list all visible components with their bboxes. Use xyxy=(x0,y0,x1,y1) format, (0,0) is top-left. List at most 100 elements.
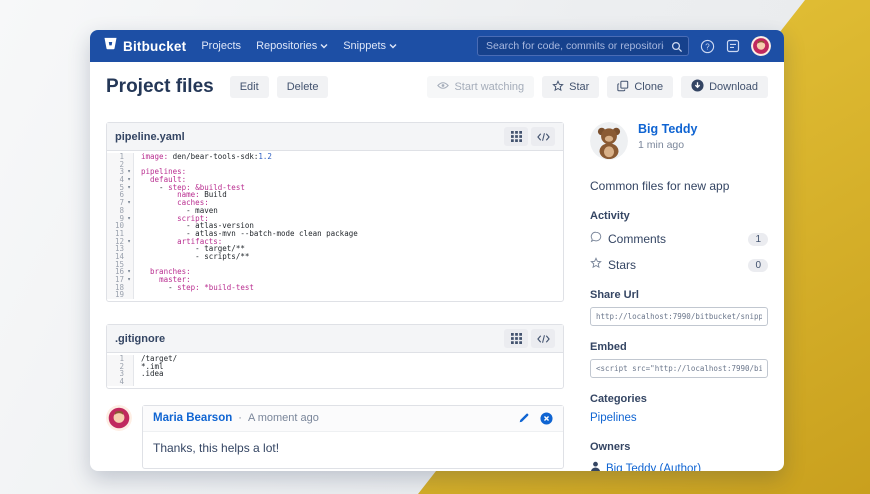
activity-row-comments[interactable]: Comments 1 xyxy=(590,230,768,248)
nav-item-snippets[interactable]: Snippets xyxy=(343,40,397,52)
fold-toggle-icon xyxy=(125,191,133,199)
start-watching-button[interactable]: Start watching xyxy=(427,76,535,98)
download-button[interactable]: Download xyxy=(681,76,768,98)
fold-toggle-icon[interactable]: ▾ xyxy=(125,176,133,184)
code-view: 1 image: den/bear-tools-sdk:1.2 2 3 ▾ pipelin… xyxy=(107,151,563,301)
chevron-down-icon xyxy=(320,40,328,52)
comment-separator: · xyxy=(238,412,242,425)
files-column: pipeline.yaml 1 image: den/bear-tools-sdk… xyxy=(106,122,564,471)
fold-toggle-icon xyxy=(125,363,133,371)
fold-toggle-icon xyxy=(125,355,133,363)
owner-avatar[interactable] xyxy=(590,122,628,160)
owner-name-link[interactable]: Big Teddy xyxy=(638,122,698,136)
activity-row-stars[interactable]: Stars 0 xyxy=(590,256,768,274)
embed-heading: Embed xyxy=(590,341,627,353)
comment-author[interactable]: Maria Bearson xyxy=(153,412,232,424)
owners-heading: Owners xyxy=(590,441,631,453)
file-card-gitignore: .gitignore 1/target/2 *.iml 3 .idea 4 xyxy=(106,324,564,389)
source-view-icon[interactable] xyxy=(531,329,555,349)
fold-toggle-icon xyxy=(125,284,133,292)
nav-item-projects[interactable]: Projects xyxy=(201,40,241,52)
fold-toggle-icon xyxy=(125,253,133,261)
stars-count-badge: 0 xyxy=(748,258,768,272)
fold-toggle-icon xyxy=(125,222,133,230)
code-line: 18 - step: *build-test xyxy=(107,283,563,292)
fold-toggle-icon[interactable]: ▾ xyxy=(125,238,133,246)
line-number: 4 xyxy=(119,377,124,387)
fold-toggle-icon xyxy=(125,291,133,299)
file-header: .gitignore xyxy=(107,325,563,354)
fold-toggle-icon[interactable]: ▾ xyxy=(125,168,133,176)
file-card-pipeline: pipeline.yaml 1 image: den/bear-tools-sdk… xyxy=(106,122,564,303)
search-input[interactable] xyxy=(477,36,689,56)
star-button[interactable]: Star xyxy=(542,76,600,98)
snippet-timestamp: 1 min ago xyxy=(638,139,685,151)
brand-name: Bitbucket xyxy=(123,38,187,54)
nav-item-repositories[interactable]: Repositories xyxy=(256,40,328,52)
code-line: 4 xyxy=(107,378,563,386)
code-line: 1 image: den/bear-tools-sdk:1.2 xyxy=(107,153,563,161)
comment-box: Maria Bearson · A moment ago Thanks, thi… xyxy=(142,404,564,469)
fold-toggle-icon xyxy=(125,370,133,378)
comments-count-badge: 1 xyxy=(748,232,768,246)
fold-toggle-icon xyxy=(125,161,133,169)
fold-toggle-icon xyxy=(125,245,133,253)
fold-toggle-icon[interactable]: ▾ xyxy=(125,276,133,284)
fold-toggle-icon xyxy=(125,230,133,238)
fold-toggle-icon xyxy=(125,153,133,161)
comment-timestamp: A moment ago xyxy=(247,412,319,425)
search-icon xyxy=(671,40,683,58)
share-url-heading: Share Url xyxy=(590,289,639,301)
fold-toggle-icon[interactable]: ▾ xyxy=(125,268,133,276)
share-url-section: Share Url xyxy=(590,289,768,326)
code-line: 19 xyxy=(107,291,563,300)
fold-toggle-icon xyxy=(125,378,133,386)
source-view-icon[interactable] xyxy=(531,127,555,146)
comment-header: Maria Bearson · A moment ago xyxy=(143,405,563,431)
details-sidebar: Big Teddy 1 min ago Common files for new… xyxy=(590,122,768,471)
browser-card: Bitbucket Projects Repositories Snippets… xyxy=(90,30,784,471)
owners-section: Owners Big Teddy (Author) xyxy=(590,441,768,471)
owner-summary: Big Teddy 1 min ago xyxy=(590,122,768,160)
chevron-down-icon xyxy=(389,40,397,52)
comment-bubble-icon xyxy=(590,230,602,248)
fold-toggle-icon[interactable]: ▾ xyxy=(125,215,133,223)
embed-input[interactable] xyxy=(590,359,768,378)
categories-section: Categories Pipelines xyxy=(590,393,768,426)
fold-toggle-icon[interactable]: ▾ xyxy=(125,184,133,192)
edit-button[interactable]: Edit xyxy=(229,76,269,98)
comment-body: Thanks, this helps a lot! xyxy=(143,430,563,468)
star-icon xyxy=(590,256,602,274)
help-icon[interactable]: ? xyxy=(700,39,715,54)
svg-text:?: ? xyxy=(705,42,710,51)
activity-section: Activity Comments 1 Stars 0 xyxy=(590,210,768,274)
activity-heading: Activity xyxy=(590,210,630,222)
bitbucket-brand[interactable]: Bitbucket xyxy=(103,36,186,56)
code-line: 1/target/ xyxy=(107,355,563,363)
file-name: pipeline.yaml xyxy=(115,130,185,143)
person-icon xyxy=(590,460,601,471)
commenter-avatar[interactable] xyxy=(106,404,132,431)
fold-toggle-icon[interactable]: ▾ xyxy=(125,199,133,207)
grid-view-icon[interactable] xyxy=(504,329,528,349)
snippet-description: Common files for new app xyxy=(590,179,730,193)
feedback-icon[interactable] xyxy=(726,39,740,53)
eye-icon xyxy=(437,81,450,93)
edit-comment-icon[interactable] xyxy=(518,412,530,424)
owner-author-link[interactable]: Big Teddy (Author) xyxy=(606,463,701,471)
embed-section: Embed xyxy=(590,341,768,378)
grid-view-icon[interactable] xyxy=(504,127,528,146)
nav-user-avatar[interactable] xyxy=(751,36,771,56)
code-view: 1/target/2 *.iml 3 .idea 4 xyxy=(107,353,563,388)
bitbucket-logo-icon xyxy=(103,36,118,56)
top-nav: Bitbucket Projects Repositories Snippets… xyxy=(90,30,784,62)
page-title: Project files xyxy=(106,76,214,97)
clone-icon xyxy=(617,80,629,95)
share-url-input[interactable] xyxy=(590,307,768,326)
code-line: 3 .idea xyxy=(107,370,563,379)
delete-comment-icon[interactable] xyxy=(540,412,553,425)
category-link-pipelines[interactable]: Pipelines xyxy=(590,412,637,424)
delete-button[interactable]: Delete xyxy=(276,76,329,98)
clone-button[interactable]: Clone xyxy=(607,76,674,98)
download-icon xyxy=(691,79,704,95)
